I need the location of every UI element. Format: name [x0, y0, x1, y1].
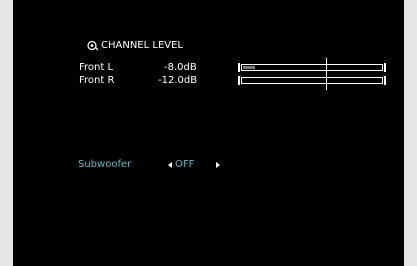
level-bar-left-cap: [238, 63, 240, 72]
channel-level-screen: CHANNEL LEVEL Front L -8.0dB Front R -12…: [13, 0, 404, 266]
level-bar-left-cap: [238, 76, 240, 85]
level-bar-front-r[interactable]: [238, 76, 386, 85]
subwoofer-value[interactable]: OFF: [175, 159, 194, 171]
arrow-left-icon[interactable]: [168, 162, 172, 168]
level-bar-right-cap: [384, 76, 386, 85]
level-bar-front-l[interactable]: [238, 63, 386, 72]
channel-name-front-r: Front R: [79, 75, 115, 86]
arrow-right-icon[interactable]: [216, 162, 220, 168]
level-bar-fill: [243, 66, 255, 69]
zero-level-marker: [326, 58, 327, 90]
level-bar-right-cap: [384, 63, 386, 72]
channel-name-front-l: Front L: [79, 62, 114, 73]
level-bar-track: [241, 64, 383, 71]
page-title: CHANNEL LEVEL: [101, 40, 183, 51]
speaker-settings-icon: [87, 40, 99, 51]
subwoofer-label[interactable]: Subwoofer: [78, 159, 131, 171]
level-bar-track: [241, 77, 383, 84]
channel-level-front-r: -12.0dB: [158, 75, 198, 86]
channel-level-front-l: -8.0dB: [164, 62, 197, 73]
